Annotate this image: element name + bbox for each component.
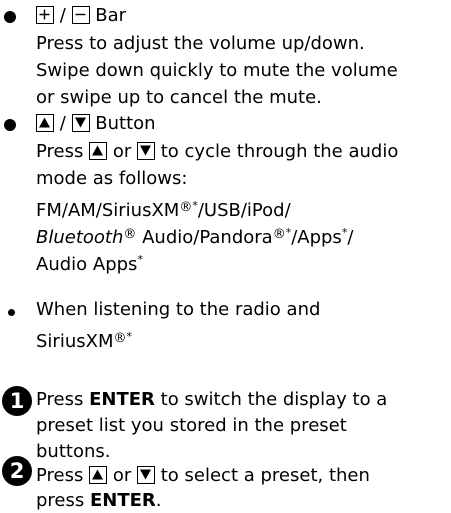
bullet-dot xyxy=(4,119,16,131)
button-line-5: Audio Apps* xyxy=(36,253,143,275)
step-2-number-badge: 2 xyxy=(2,456,32,486)
step-1-line-2: preset list you stored in the preset xyxy=(36,415,347,436)
down-triangle-box-icon xyxy=(71,114,90,132)
button-line-1: Press or to cycle through the audio xyxy=(36,141,399,162)
bar-line-3: or swipe up to cancel the mute. xyxy=(36,87,322,108)
up-triangle-box-icon xyxy=(89,466,108,484)
step-2-line-2: press ENTER. xyxy=(36,490,162,511)
button-heading: / Button xyxy=(36,112,156,136)
step-1-line-1: Press ENTER to switch the display to a xyxy=(36,389,388,410)
down-triangle-box-icon xyxy=(137,142,155,160)
button-line-2: mode as follows: xyxy=(36,168,188,189)
step-1-number-badge: 1 xyxy=(2,386,32,416)
bar-title: Bar xyxy=(95,5,127,26)
button-line-4: Bluetooth® Audio/Pandora®*/Apps*/ xyxy=(36,226,354,248)
down-triangle-box-icon xyxy=(137,466,155,484)
bar-line-2: Swipe down quickly to mute the volume xyxy=(36,60,398,81)
small-bullet-dot xyxy=(8,309,15,316)
up-triangle-box-icon xyxy=(89,142,108,160)
button-title: Button xyxy=(95,113,156,134)
button-line-3: FM/AM/SiriusXM®*/USB/iPod/ xyxy=(36,199,291,221)
manual-page: / Bar Press to adjust the volume up/down… xyxy=(0,0,451,512)
step-1-line-3: buttons. xyxy=(36,441,111,462)
radio-note-line-2: SiriusXM®* xyxy=(36,330,132,352)
bar-heading: / Bar xyxy=(36,4,126,28)
bullet-dot xyxy=(4,11,16,23)
separator: / xyxy=(59,113,66,134)
minus-box-icon xyxy=(71,6,90,24)
step-2-line-1: Press or to select a preset, then xyxy=(36,465,370,486)
plus-box-icon xyxy=(36,6,54,24)
radio-note-line-1: When listening to the radio and xyxy=(36,299,321,320)
separator: / xyxy=(59,5,66,26)
up-triangle-box-icon xyxy=(36,114,54,132)
bar-line-1: Press to adjust the volume up/down. xyxy=(36,33,365,54)
